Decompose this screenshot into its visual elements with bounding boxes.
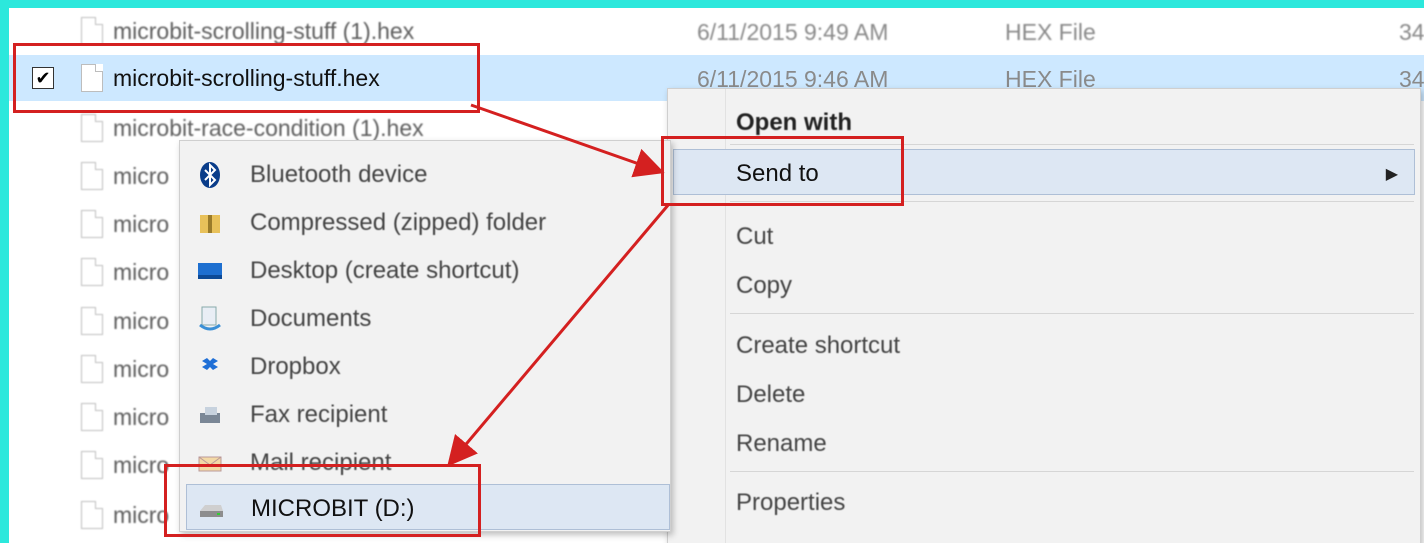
submenu-item-dropbox[interactable]: Dropbox xyxy=(180,343,670,389)
submenu-item-label: Compressed (zipped) folder xyxy=(250,209,547,236)
file-name: micro xyxy=(113,404,170,430)
zip-folder-icon xyxy=(196,209,224,237)
menu-item-cut[interactable]: Cut xyxy=(668,213,1420,259)
file-name: micro xyxy=(113,502,170,528)
submenu-item-desktop[interactable]: Desktop (create shortcut) xyxy=(180,247,670,293)
menu-item-label: Rename xyxy=(736,430,827,457)
file-size: 34 xyxy=(1399,19,1424,45)
desktop-icon xyxy=(196,257,224,285)
menu-separator xyxy=(730,471,1414,472)
file-icon xyxy=(81,355,103,383)
menu-item-label: Create shortcut xyxy=(736,332,901,359)
menu-item-rename[interactable]: Rename xyxy=(668,420,1420,466)
menu-item-label: Copy xyxy=(736,272,793,299)
submenu-item-label: Dropbox xyxy=(250,353,341,380)
submenu-item-label: Fax recipient xyxy=(250,401,388,428)
file-name: microbit-race-condition (1).hex xyxy=(113,115,424,141)
menu-item-label: Cut xyxy=(736,223,774,250)
file-icon xyxy=(81,162,103,190)
menu-item-create-shortcut[interactable]: Create shortcut xyxy=(668,322,1420,368)
file-name: microbit-scrolling-stuff (1).hex xyxy=(113,18,415,44)
menu-separator xyxy=(730,313,1414,314)
submenu-arrow-icon: ▶ xyxy=(1385,166,1398,183)
menu-item-label: Properties xyxy=(736,489,846,516)
file-icon xyxy=(81,501,103,529)
file-icon xyxy=(81,307,103,335)
menu-item-properties[interactable]: Properties xyxy=(668,479,1420,525)
file-icon xyxy=(81,258,103,286)
file-date: 6/11/2015 9:49 AM xyxy=(697,19,889,45)
file-name: micro xyxy=(113,211,170,237)
menu-item-delete[interactable]: Delete xyxy=(668,371,1420,417)
file-icon xyxy=(81,210,103,238)
file-icon xyxy=(81,451,103,479)
file-type: HEX File xyxy=(1005,19,1096,45)
submenu-item-fax[interactable]: Fax recipient xyxy=(180,391,670,437)
file-icon xyxy=(81,17,103,45)
submenu-item-label: Desktop (create shortcut) xyxy=(250,257,520,284)
menu-item-label: Delete xyxy=(736,381,806,408)
submenu-item-bluetooth[interactable]: Bluetooth device xyxy=(180,151,670,197)
menu-item-label: Open with xyxy=(736,109,852,136)
submenu-item-compressed-folder[interactable]: Compressed (zipped) folder xyxy=(180,199,670,245)
file-name: micro xyxy=(113,259,170,285)
submenu-item-label: Bluetooth device xyxy=(250,161,428,188)
file-name: micro xyxy=(113,452,170,478)
explorer-file-list: microbit-scrolling-stuff (1).hex 6/11/20… xyxy=(9,8,1424,543)
file-name: micro xyxy=(113,308,170,334)
documents-icon xyxy=(196,305,224,333)
file-name: micro xyxy=(113,163,170,189)
annotation-box-send-to xyxy=(661,136,904,206)
submenu-item-documents[interactable]: Documents xyxy=(180,295,670,341)
bluetooth-icon xyxy=(196,161,224,189)
file-name: micro xyxy=(113,356,170,382)
fax-icon xyxy=(196,401,224,429)
annotation-box-microbit xyxy=(164,464,481,537)
file-icon xyxy=(81,403,103,431)
file-icon xyxy=(81,114,103,142)
dropbox-icon xyxy=(196,353,224,381)
submenu-item-label: Documents xyxy=(250,305,372,332)
menu-item-copy[interactable]: Copy xyxy=(668,262,1420,308)
annotation-box-selected-file xyxy=(13,43,480,113)
